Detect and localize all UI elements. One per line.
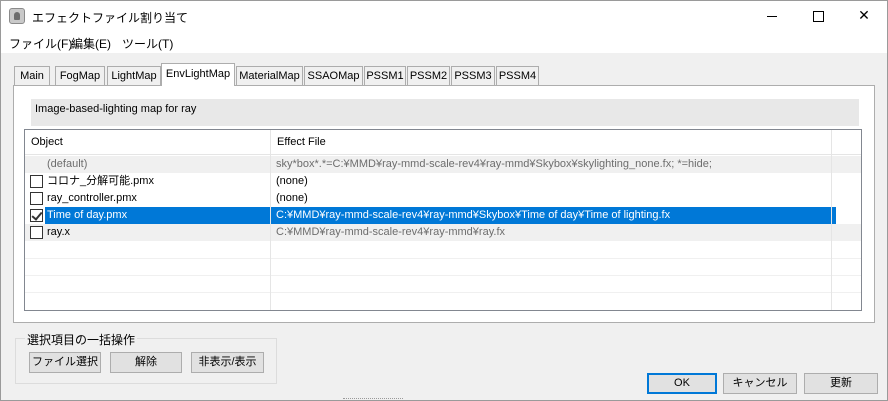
tab-fogmap[interactable]: FogMap bbox=[55, 66, 105, 85]
tab-lightmap[interactable]: LightMap bbox=[107, 66, 161, 85]
column-divider bbox=[831, 130, 832, 310]
menu-edit[interactable]: 編集(E) bbox=[71, 35, 111, 52]
description-box: Image-based-lighting map for ray bbox=[31, 99, 859, 126]
list-row[interactable]: コロナ_分解可能.pmx (none) bbox=[25, 173, 861, 190]
effect-path: sky*box*.*=C:¥MMD¥ray-mmd-scale-rev4¥ray… bbox=[276, 158, 712, 170]
tab-pssm1[interactable]: PSSM1 bbox=[364, 66, 406, 85]
app-icon bbox=[9, 8, 25, 24]
list-row[interactable]: ray.x C:¥MMD¥ray-mmd-scale-rev4¥ray-mmd¥… bbox=[25, 224, 861, 241]
effect-assignment-window: エフェクトファイル割り当て ✕ ファイル(F) 編集(E) ツール(T) Mai… bbox=[0, 0, 888, 401]
maximize-button[interactable] bbox=[795, 1, 841, 32]
effect-path: (none) bbox=[276, 175, 308, 187]
minimize-button[interactable] bbox=[749, 1, 795, 32]
effect-path: C:¥MMD¥ray-mmd-scale-rev4¥ray-mmd¥ray.fx bbox=[276, 226, 505, 238]
effect-path: (none) bbox=[276, 192, 308, 204]
bulk-operation-title: 選択項目の一括操作 bbox=[25, 331, 138, 348]
list-row-default[interactable]: (default) sky*box*.*=C:¥MMD¥ray-mmd-scal… bbox=[25, 156, 861, 173]
object-name: Time of day.pmx bbox=[45, 207, 273, 224]
tab-envlightmap[interactable]: EnvLightMap bbox=[161, 63, 235, 86]
object-effect-list[interactable]: Object Effect File (default) sky*box*.*=… bbox=[24, 129, 862, 311]
menu-file[interactable]: ファイル(F) bbox=[9, 35, 72, 52]
effect-path: C:¥MMD¥ray-mmd-scale-rev4¥ray-mmd¥Skybox… bbox=[271, 207, 836, 224]
row-checkbox[interactable] bbox=[30, 192, 43, 205]
close-button[interactable]: ✕ bbox=[841, 1, 887, 32]
tab-main[interactable]: Main bbox=[14, 66, 50, 85]
file-select-button[interactable]: ファイル選択 bbox=[29, 352, 101, 373]
window-title: エフェクトファイル割り当て bbox=[32, 11, 189, 25]
column-header-effect-file[interactable]: Effect File bbox=[271, 130, 831, 154]
tab-ssaomap[interactable]: SSAOMap bbox=[304, 66, 363, 85]
object-name: コロナ_分解可能.pmx bbox=[47, 175, 154, 187]
list-header: Object Effect File bbox=[25, 130, 861, 155]
column-header-object[interactable]: Object bbox=[25, 130, 271, 154]
tab-pssm4[interactable]: PSSM4 bbox=[496, 66, 539, 85]
description-text: Image-based-lighting map for ray bbox=[35, 103, 197, 115]
release-button[interactable]: 解除 bbox=[110, 352, 182, 373]
toggle-visibility-button[interactable]: 非表示/表示 bbox=[191, 352, 264, 373]
tab-pssm2[interactable]: PSSM2 bbox=[407, 66, 450, 85]
object-name: (default) bbox=[47, 158, 88, 170]
cancel-button[interactable]: キャンセル bbox=[723, 373, 797, 394]
list-row[interactable]: ray_controller.pmx (none) bbox=[25, 190, 861, 207]
tab-materialmap[interactable]: MaterialMap bbox=[236, 66, 303, 85]
menu-tools[interactable]: ツール(T) bbox=[122, 35, 173, 52]
row-checkbox[interactable] bbox=[30, 175, 43, 188]
grid-line bbox=[25, 258, 861, 259]
grid-line bbox=[25, 275, 861, 276]
title-bar[interactable]: エフェクトファイル割り当て ✕ bbox=[1, 1, 887, 32]
maximize-icon bbox=[812, 10, 824, 22]
column-divider bbox=[270, 130, 271, 310]
tab-pssm3[interactable]: PSSM3 bbox=[451, 66, 495, 85]
row-checkbox-checked[interactable] bbox=[30, 209, 43, 222]
row-checkbox[interactable] bbox=[30, 226, 43, 239]
close-icon: ✕ bbox=[858, 8, 870, 24]
tab-strip: Main FogMap LightMap EnvLightMap Materia… bbox=[1, 63, 887, 86]
ok-button[interactable]: OK bbox=[647, 373, 717, 394]
minimize-icon bbox=[767, 15, 777, 17]
menu-bar: ファイル(F) 編集(E) ツール(T) bbox=[1, 32, 887, 53]
tab-panel: Image-based-lighting map for ray Object … bbox=[13, 85, 875, 323]
refresh-button[interactable]: 更新 bbox=[804, 373, 878, 394]
grid-line bbox=[25, 292, 861, 293]
object-name: ray.x bbox=[47, 226, 71, 238]
list-row-selected[interactable]: Time of day.pmx C:¥MMD¥ray-mmd-scale-rev… bbox=[25, 207, 861, 224]
object-name: ray_controller.pmx bbox=[47, 192, 137, 204]
